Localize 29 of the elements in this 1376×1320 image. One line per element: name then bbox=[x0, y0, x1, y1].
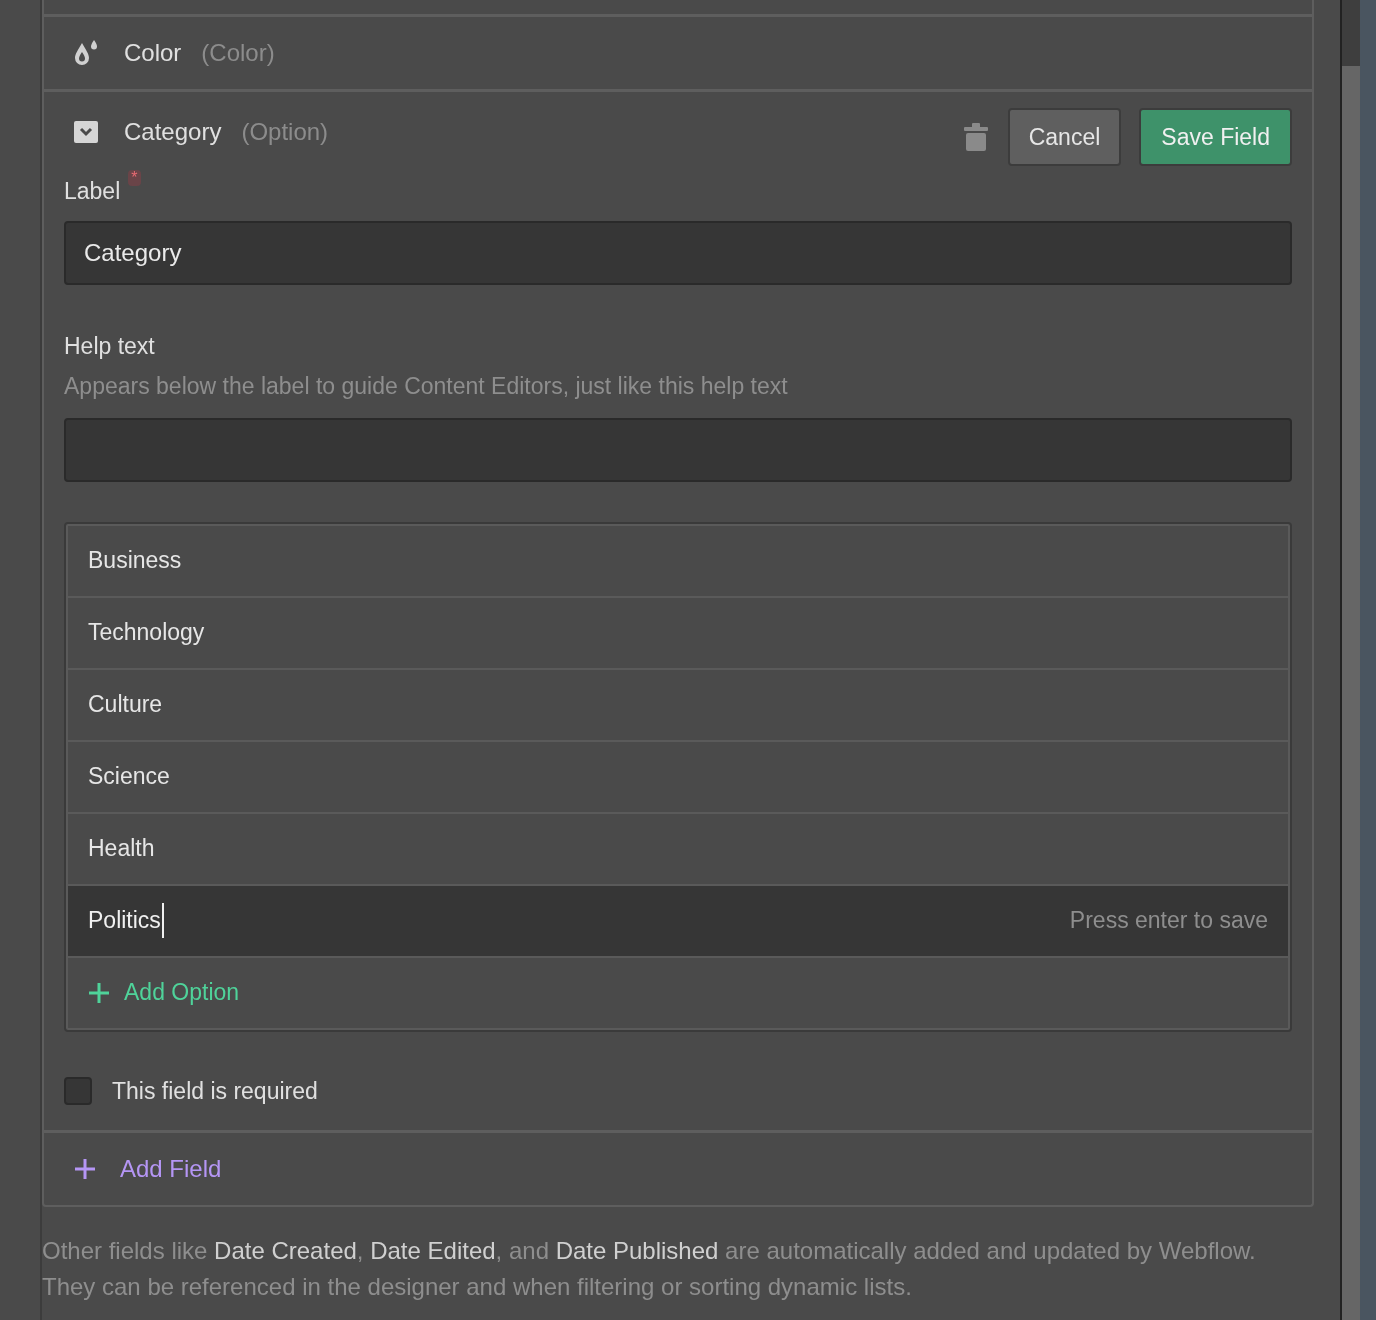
help-input[interactable] bbox=[64, 417, 1292, 482]
required-mark: * bbox=[128, 170, 141, 186]
option-item[interactable]: Technology bbox=[68, 597, 1288, 668]
add-field-button[interactable]: Add Field bbox=[44, 1133, 1312, 1205]
droplets-icon bbox=[73, 39, 99, 67]
footer-note: Other fields like Date Created, Date Edited, and Date Published are automatically added and updated by Webflow. They can be referenced in the designer and when filtering or sorting dynamic lists. bbox=[42, 1236, 1257, 1302]
help-description: Appears below the label to guide Content Editors, just like this help text bbox=[64, 372, 789, 401]
plus-icon bbox=[88, 981, 110, 1004]
field-name: Color bbox=[124, 38, 182, 68]
add-option-button[interactable]: Add Option bbox=[68, 957, 1288, 1028]
field-name: Category bbox=[124, 117, 222, 147]
required-checkbox[interactable] bbox=[64, 1076, 92, 1105]
plus-icon bbox=[74, 1158, 96, 1180]
cancel-button[interactable]: Cancel bbox=[1007, 108, 1122, 166]
label-title: Label bbox=[64, 177, 121, 206]
field-type: (Color) bbox=[201, 38, 275, 68]
option-item[interactable]: Culture bbox=[68, 669, 1288, 740]
option-item[interactable]: Science bbox=[68, 741, 1288, 812]
trash-icon[interactable] bbox=[963, 123, 988, 151]
option-input[interactable]: Politics Press enter to save bbox=[68, 885, 1288, 956]
help-title: Help text bbox=[64, 331, 156, 361]
save-hint: Press enter to save bbox=[1069, 906, 1268, 936]
option-item[interactable]: Business bbox=[68, 525, 1288, 596]
option-item[interactable]: Health bbox=[68, 813, 1288, 884]
label-input[interactable]: Category bbox=[64, 220, 1292, 285]
field-row[interactable]: Color (Color) bbox=[44, 17, 1312, 92]
dropdown-icon bbox=[74, 121, 98, 143]
field-type: (Option) bbox=[241, 117, 329, 147]
required-label: This field is required bbox=[112, 1076, 318, 1106]
